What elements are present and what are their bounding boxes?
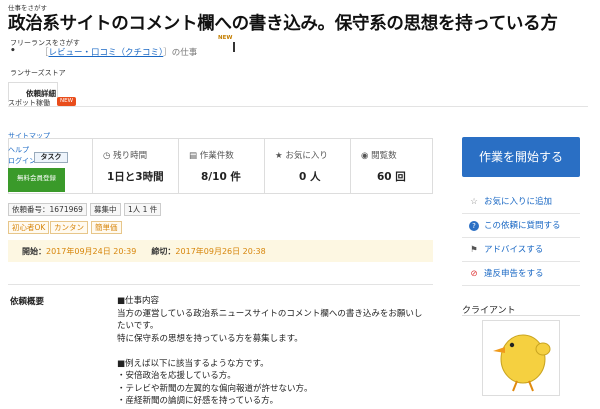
end-date: 2017年09月26日 20:38 (175, 247, 266, 256)
page-title: 政治系サイトのコメント欄への書き込み。保守系の思想を持っている方 (8, 14, 558, 34)
overview-line: ・テレビや新聞の左翼的な偏向報道が許せない方。 (117, 383, 313, 394)
advise-link[interactable]: ⚑ アドバイスする (462, 238, 580, 262)
nav-lancers-store[interactable]: ランサーズストア (10, 68, 66, 78)
free-signup-button[interactable]: 無料会員登録 (8, 168, 65, 192)
tag-status: 募集中 (90, 203, 121, 216)
category-breadcrumb: ［レビュー・口コミ（クチコミ）］の仕事 (40, 46, 197, 58)
end-label: 締切： (151, 247, 176, 256)
eye-icon: ◉ 閲覧数 (361, 151, 397, 161)
stats-box: ◷ 残り時間 1日と3時間 ▤ 作業件数 8/10 件 ★ お気に入り 0 人 … (8, 138, 433, 194)
overview-label: 依頼概要 (10, 297, 45, 307)
tag-beginner[interactable]: 初心者OK (8, 221, 50, 234)
tag-job-number: 依頼番号：1671969 (8, 203, 87, 216)
tag-easy[interactable]: カンタン (50, 221, 88, 234)
overview-line (117, 345, 427, 358)
start-work-button[interactable]: 作業を開始する (462, 137, 580, 177)
overview-line: ■例えば以下に該当するような方です。 (117, 358, 269, 369)
section-divider (8, 284, 433, 285)
client-divider (462, 315, 580, 316)
overview-line: ・安倍政治を応援している方。 (117, 371, 236, 381)
overview-line: たいです。 (117, 321, 159, 331)
nav-help[interactable]: ヘルプ (8, 145, 29, 155)
stat-value: 0 人 (299, 171, 321, 183)
date-row: 開始：2017年09月24日 20:39 締切：2017年09月26日 20:3… (22, 246, 266, 257)
stat-value: 1日と3時間 (107, 171, 164, 183)
nav-login[interactable]: ログイン (8, 156, 36, 166)
star-icon: ★ お気に入り (275, 151, 328, 161)
category-link[interactable]: レビュー・口コミ（クチコミ） (49, 48, 164, 58)
overview-line: 当方の運営している政治系ニュースサイトのコメント欄への書き込みをお願いし (117, 308, 423, 319)
new-badge-spot: NEW (57, 97, 77, 106)
stat-value: 8/10 件 (201, 171, 241, 183)
start-date: 2017年09月24日 20:39 (46, 247, 137, 256)
tag-simple[interactable]: 簡単価 (91, 221, 122, 234)
task-button[interactable]: タスク (34, 152, 68, 163)
category-suffix: の仕事 (171, 48, 198, 58)
report-violation-link[interactable]: ⊘ 違反申告をする (462, 262, 580, 286)
prohibit-icon: ⊘ (470, 269, 478, 279)
question-icon: ? (468, 214, 480, 238)
clock-icon: ◷ 残り時間 (103, 151, 148, 161)
client-avatar[interactable] (482, 320, 560, 396)
stat-favorites: ★ お気に入り 0 人 (264, 139, 350, 193)
stat-remaining-time: ◷ 残り時間 1日と3時間 (92, 139, 178, 193)
ask-question-link[interactable]: ? この依頼に質問する (462, 214, 580, 238)
stat-value: 60 回 (377, 171, 406, 183)
new-badge: NEW (218, 35, 233, 41)
overview-line: ・産経新聞の論調に好感を持っている方。 (117, 396, 279, 406)
stat-views: ◉ 閲覧数 60 回 (350, 139, 434, 193)
bracket-close: ］ (163, 48, 172, 58)
bracket-open: ［ (40, 48, 49, 58)
overview-text: ■仕事内容 当方の運営している政治系ニュースサイトのコメント欄への書き込みをお願… (117, 295, 427, 408)
star-outline-icon: ☆ (470, 197, 478, 207)
document-icon: ▤ 作業件数 (189, 151, 234, 161)
stat-work-count: ▤ 作業件数 8/10 件 (178, 139, 264, 193)
overview-line: ■仕事内容 (117, 296, 160, 306)
overview-line: 特に保守系の思想を持っている方を募集します。 (117, 333, 303, 344)
chick-icon (493, 334, 551, 392)
add-favorite-link[interactable]: ☆ お気に入りに追加 (462, 190, 580, 214)
start-label: 開始： (22, 247, 46, 256)
bullet-icon: • (10, 46, 16, 56)
tag-limit: 1人 1 件 (124, 203, 162, 216)
tab-divider (8, 106, 588, 107)
flag-icon: ⚑ (470, 245, 478, 255)
text-cursor (233, 42, 235, 52)
